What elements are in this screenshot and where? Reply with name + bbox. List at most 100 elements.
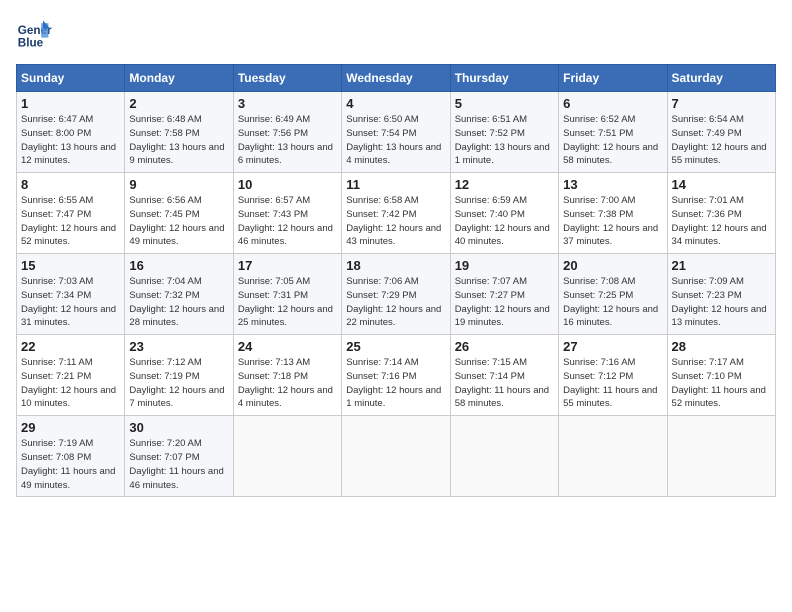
day-number: 4 (346, 96, 445, 111)
calendar-cell: 19 Sunrise: 7:07 AMSunset: 7:27 PMDaylig… (450, 254, 558, 335)
day-info: Sunrise: 7:13 AMSunset: 7:18 PMDaylight:… (238, 357, 333, 409)
day-number: 6 (563, 96, 662, 111)
col-header-thursday: Thursday (450, 65, 558, 92)
day-number: 9 (129, 177, 228, 192)
calendar-cell: 2 Sunrise: 6:48 AMSunset: 7:58 PMDayligh… (125, 92, 233, 173)
calendar-cell (450, 416, 558, 497)
calendar-cell: 20 Sunrise: 7:08 AMSunset: 7:25 PMDaylig… (559, 254, 667, 335)
calendar-cell: 30 Sunrise: 7:20 AMSunset: 7:07 PMDaylig… (125, 416, 233, 497)
day-info: Sunrise: 7:17 AMSunset: 7:10 PMDaylight:… (672, 357, 766, 409)
day-info: Sunrise: 6:49 AMSunset: 7:56 PMDaylight:… (238, 114, 333, 166)
day-info: Sunrise: 7:03 AMSunset: 7:34 PMDaylight:… (21, 276, 116, 328)
col-header-friday: Friday (559, 65, 667, 92)
calendar-cell: 14 Sunrise: 7:01 AMSunset: 7:36 PMDaylig… (667, 173, 775, 254)
calendar-cell: 27 Sunrise: 7:16 AMSunset: 7:12 PMDaylig… (559, 335, 667, 416)
day-number: 5 (455, 96, 554, 111)
calendar-cell: 24 Sunrise: 7:13 AMSunset: 7:18 PMDaylig… (233, 335, 341, 416)
day-info: Sunrise: 7:12 AMSunset: 7:19 PMDaylight:… (129, 357, 224, 409)
page-header: General Blue (16, 16, 776, 52)
calendar-cell: 23 Sunrise: 7:12 AMSunset: 7:19 PMDaylig… (125, 335, 233, 416)
calendar-cell: 11 Sunrise: 6:58 AMSunset: 7:42 PMDaylig… (342, 173, 450, 254)
calendar-cell: 16 Sunrise: 7:04 AMSunset: 7:32 PMDaylig… (125, 254, 233, 335)
day-number: 18 (346, 258, 445, 273)
day-info: Sunrise: 7:09 AMSunset: 7:23 PMDaylight:… (672, 276, 767, 328)
calendar-cell: 29 Sunrise: 7:19 AMSunset: 7:08 PMDaylig… (17, 416, 125, 497)
calendar-table: SundayMondayTuesdayWednesdayThursdayFrid… (16, 64, 776, 497)
calendar-cell (667, 416, 775, 497)
day-number: 29 (21, 420, 120, 435)
calendar-cell: 17 Sunrise: 7:05 AMSunset: 7:31 PMDaylig… (233, 254, 341, 335)
day-number: 23 (129, 339, 228, 354)
col-header-saturday: Saturday (667, 65, 775, 92)
day-number: 30 (129, 420, 228, 435)
day-number: 19 (455, 258, 554, 273)
calendar-cell: 9 Sunrise: 6:56 AMSunset: 7:45 PMDayligh… (125, 173, 233, 254)
day-number: 28 (672, 339, 771, 354)
day-info: Sunrise: 6:55 AMSunset: 7:47 PMDaylight:… (21, 195, 116, 247)
day-info: Sunrise: 7:01 AMSunset: 7:36 PMDaylight:… (672, 195, 767, 247)
day-number: 3 (238, 96, 337, 111)
day-number: 21 (672, 258, 771, 273)
calendar-cell (342, 416, 450, 497)
calendar-cell: 15 Sunrise: 7:03 AMSunset: 7:34 PMDaylig… (17, 254, 125, 335)
calendar-cell: 25 Sunrise: 7:14 AMSunset: 7:16 PMDaylig… (342, 335, 450, 416)
day-info: Sunrise: 6:56 AMSunset: 7:45 PMDaylight:… (129, 195, 224, 247)
day-info: Sunrise: 7:06 AMSunset: 7:29 PMDaylight:… (346, 276, 441, 328)
calendar-cell: 12 Sunrise: 6:59 AMSunset: 7:40 PMDaylig… (450, 173, 558, 254)
day-number: 17 (238, 258, 337, 273)
logo: General Blue (16, 16, 56, 52)
day-info: Sunrise: 6:52 AMSunset: 7:51 PMDaylight:… (563, 114, 658, 166)
day-info: Sunrise: 7:11 AMSunset: 7:21 PMDaylight:… (21, 357, 116, 409)
calendar-cell (233, 416, 341, 497)
day-number: 2 (129, 96, 228, 111)
calendar-cell: 28 Sunrise: 7:17 AMSunset: 7:10 PMDaylig… (667, 335, 775, 416)
day-info: Sunrise: 7:20 AMSunset: 7:07 PMDaylight:… (129, 438, 223, 490)
day-number: 25 (346, 339, 445, 354)
day-info: Sunrise: 7:07 AMSunset: 7:27 PMDaylight:… (455, 276, 550, 328)
day-number: 7 (672, 96, 771, 111)
day-info: Sunrise: 6:59 AMSunset: 7:40 PMDaylight:… (455, 195, 550, 247)
calendar-cell (559, 416, 667, 497)
day-number: 14 (672, 177, 771, 192)
day-number: 8 (21, 177, 120, 192)
day-number: 26 (455, 339, 554, 354)
day-info: Sunrise: 6:54 AMSunset: 7:49 PMDaylight:… (672, 114, 767, 166)
calendar-cell: 10 Sunrise: 6:57 AMSunset: 7:43 PMDaylig… (233, 173, 341, 254)
calendar-cell: 8 Sunrise: 6:55 AMSunset: 7:47 PMDayligh… (17, 173, 125, 254)
day-info: Sunrise: 6:48 AMSunset: 7:58 PMDaylight:… (129, 114, 224, 166)
calendar-cell: 18 Sunrise: 7:06 AMSunset: 7:29 PMDaylig… (342, 254, 450, 335)
day-info: Sunrise: 6:47 AMSunset: 8:00 PMDaylight:… (21, 114, 116, 166)
day-number: 12 (455, 177, 554, 192)
day-info: Sunrise: 6:50 AMSunset: 7:54 PMDaylight:… (346, 114, 441, 166)
day-info: Sunrise: 7:15 AMSunset: 7:14 PMDaylight:… (455, 357, 549, 409)
col-header-wednesday: Wednesday (342, 65, 450, 92)
calendar-cell: 26 Sunrise: 7:15 AMSunset: 7:14 PMDaylig… (450, 335, 558, 416)
day-number: 1 (21, 96, 120, 111)
day-info: Sunrise: 6:51 AMSunset: 7:52 PMDaylight:… (455, 114, 550, 166)
col-header-sunday: Sunday (17, 65, 125, 92)
day-number: 10 (238, 177, 337, 192)
day-info: Sunrise: 7:14 AMSunset: 7:16 PMDaylight:… (346, 357, 441, 409)
calendar-cell: 3 Sunrise: 6:49 AMSunset: 7:56 PMDayligh… (233, 92, 341, 173)
day-number: 15 (21, 258, 120, 273)
calendar-cell: 5 Sunrise: 6:51 AMSunset: 7:52 PMDayligh… (450, 92, 558, 173)
col-header-monday: Monday (125, 65, 233, 92)
day-info: Sunrise: 7:05 AMSunset: 7:31 PMDaylight:… (238, 276, 333, 328)
day-info: Sunrise: 7:08 AMSunset: 7:25 PMDaylight:… (563, 276, 658, 328)
day-info: Sunrise: 7:04 AMSunset: 7:32 PMDaylight:… (129, 276, 224, 328)
calendar-cell: 22 Sunrise: 7:11 AMSunset: 7:21 PMDaylig… (17, 335, 125, 416)
calendar-cell: 21 Sunrise: 7:09 AMSunset: 7:23 PMDaylig… (667, 254, 775, 335)
day-number: 22 (21, 339, 120, 354)
day-number: 11 (346, 177, 445, 192)
svg-text:Blue: Blue (18, 37, 44, 50)
day-number: 13 (563, 177, 662, 192)
calendar-cell: 6 Sunrise: 6:52 AMSunset: 7:51 PMDayligh… (559, 92, 667, 173)
day-info: Sunrise: 6:57 AMSunset: 7:43 PMDaylight:… (238, 195, 333, 247)
calendar-cell: 1 Sunrise: 6:47 AMSunset: 8:00 PMDayligh… (17, 92, 125, 173)
day-info: Sunrise: 7:00 AMSunset: 7:38 PMDaylight:… (563, 195, 658, 247)
calendar-cell: 13 Sunrise: 7:00 AMSunset: 7:38 PMDaylig… (559, 173, 667, 254)
calendar-cell: 7 Sunrise: 6:54 AMSunset: 7:49 PMDayligh… (667, 92, 775, 173)
day-number: 27 (563, 339, 662, 354)
calendar-cell: 4 Sunrise: 6:50 AMSunset: 7:54 PMDayligh… (342, 92, 450, 173)
day-info: Sunrise: 7:19 AMSunset: 7:08 PMDaylight:… (21, 438, 115, 490)
